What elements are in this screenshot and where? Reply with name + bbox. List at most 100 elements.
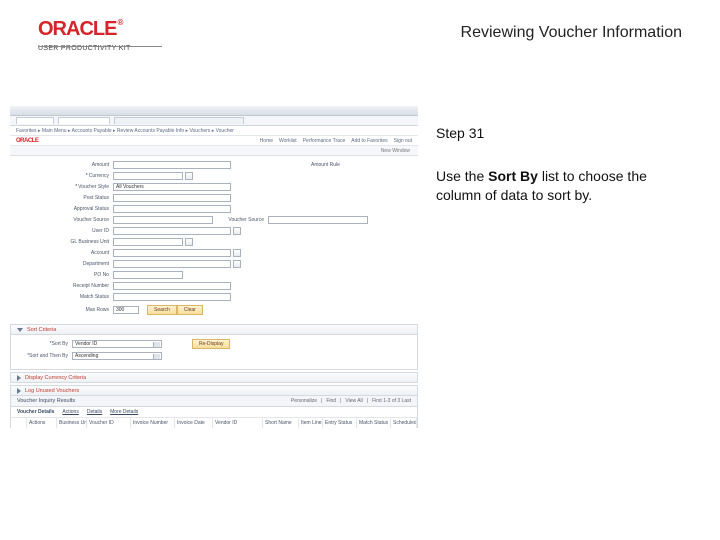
field-label: Receipt Number [18,283,113,289]
browser-tabbar [10,116,418,126]
tab-details[interactable]: Details [87,409,102,415]
instruction-column: Step 31 Use the Sort By list to choose t… [436,124,684,205]
lookup-icon[interactable] [233,249,241,257]
lookup-icon[interactable] [185,238,193,246]
app-screenshot: Favorites ▸ Main Menu ▸ Accounts Payable… [10,106,418,428]
field-label: Amount [18,162,113,168]
field-label: PO No [18,272,113,278]
link-perf-trace[interactable]: Performance Trace [303,138,346,144]
col-voucher-id[interactable]: Voucher ID [87,418,131,428]
step-label: Step 31 [436,124,684,143]
lookup-icon[interactable] [233,260,241,268]
col-match-status[interactable]: Match Status [357,418,391,428]
field-label: GL Business Unit [18,239,113,245]
link-signout[interactable]: Sign out [394,138,412,144]
col-invoice-date[interactable]: Invoice Date [175,418,213,428]
display-currency-title: Display Currency Criteria [25,375,86,381]
col-short-name[interactable]: Short Name [263,418,299,428]
field-label: Voucher Source [213,217,268,223]
field-label: User ID [18,228,113,234]
page-title: Reviewing Voucher Information [461,24,682,42]
field-label: Department [18,261,113,267]
clear-button[interactable]: Clear [177,305,203,315]
page: ORACLE® USER PRODUCTIVITY KIT Reviewing … [0,0,720,540]
gl-bu-input[interactable] [113,238,183,246]
display-currency-bar[interactable]: Display Currency Criteria [10,372,418,383]
window-toolbar [10,106,418,116]
sort-then-select[interactable]: Ascending [72,352,162,360]
voucher-source-2[interactable] [268,216,368,224]
oracle-logo: ORACLE® [38,18,131,41]
lookup-icon[interactable] [185,172,193,180]
post-status-select[interactable] [113,194,231,202]
field-label: Account [18,250,113,256]
col-vendor-id[interactable]: Vendor ID [213,418,263,428]
col-scheduled[interactable]: Scheduled to Pay [391,418,417,428]
po-no-input[interactable] [113,271,183,279]
oracle-subtitle: USER PRODUCTIVITY KIT [38,43,131,52]
voucher-source-1[interactable] [113,216,213,224]
app-top-links: Home Worklist Performance Trace Add to F… [260,138,412,144]
browser-tab[interactable] [58,117,110,124]
breadcrumb[interactable]: Favorites ▸ Main Menu ▸ Accounts Payable… [10,126,418,136]
match-status-select[interactable] [113,293,231,301]
sort-criteria-panel: Sort By Vendor ID Re-Display Sort and Th… [10,335,418,370]
instruction-bold: Sort By [488,168,538,184]
breadcrumb-bar: Favorites ▸ Main Menu ▸ Accounts Payable… [10,126,418,136]
sort-then-label: Sort and Then By [17,353,72,359]
account-input[interactable] [113,249,231,257]
col-actions[interactable]: Actions [27,418,57,428]
col-select [11,418,27,428]
app-subbar: New Window [10,146,418,156]
currency-input[interactable] [113,172,183,180]
browser-tab[interactable] [16,117,54,124]
department-input[interactable] [113,260,231,268]
chevron-right-icon [17,388,21,394]
inquiry-title: Voucher Inquiry Results [17,398,75,404]
pager-find[interactable]: Find [326,398,336,404]
pager-viewall[interactable]: View All [345,398,362,404]
app-oracle-logo: ORACLE [16,138,38,144]
col-entry-status[interactable]: Entry Status [323,418,357,428]
new-window-link[interactable]: New Window [381,148,410,154]
col-item-lines[interactable]: Item Lines [299,418,323,428]
col-bu[interactable]: Business Unit [57,418,87,428]
field-label: Voucher Style [18,184,113,190]
voucher-style-select[interactable]: All Vouchers [113,183,231,191]
inquiry-tools: Voucher Details Actions Details More Det… [11,407,417,418]
tab-actions[interactable]: Actions [62,409,78,415]
search-button[interactable]: Search [147,305,177,315]
approval-status-select[interactable] [113,205,231,213]
receipt-no-input[interactable] [113,282,231,290]
sort-criteria-title: Sort Criteria [27,327,56,333]
inquiry-header: Voucher Inquiry Results Personalize| Fin… [11,396,417,407]
instruction-text: Use the Sort By list to choose the colum… [436,167,684,205]
pager-personalize[interactable]: Personalize [291,398,317,404]
link-home[interactable]: Home [260,138,273,144]
oracle-wordmark: ORACLE [38,18,116,40]
link-favorites[interactable]: Add to Favorites [351,138,387,144]
oracle-logo-block: ORACLE® USER PRODUCTIVITY KIT [38,18,131,52]
tab-more-details[interactable]: More Details [110,409,138,415]
inquiry-columns: Actions Business Unit Voucher ID Invoice… [11,418,417,428]
log-unused-bar[interactable]: Log Unused Vouchers [10,385,418,396]
sort-criteria-bar[interactable]: Sort Criteria [10,324,418,335]
sort-by-select[interactable]: Vendor ID [72,340,162,348]
browser-tab-active[interactable] [114,117,244,124]
tab-voucher-details[interactable]: Voucher Details [17,409,54,415]
registered-mark: ® [117,18,122,27]
link-worklist[interactable]: Worklist [279,138,297,144]
log-unused-title: Log Unused Vouchers [25,388,79,394]
pager-range: First 1-3 of 3 Last [372,398,411,404]
chevron-down-icon [17,328,23,332]
app-header: ORACLE Home Worklist Performance Trace A… [10,136,418,146]
lookup-icon[interactable] [233,227,241,235]
field-label: Match Status [18,294,113,300]
field-label: Approval Status [18,206,113,212]
amount-input[interactable] [113,161,231,169]
max-rows-input[interactable]: 300 [113,306,139,314]
user-id-input[interactable] [113,227,231,235]
col-invoice-no[interactable]: Invoice Number [131,418,175,428]
slide-header: ORACLE® USER PRODUCTIVITY KIT Reviewing … [38,18,682,58]
redisplay-button[interactable]: Re-Display [192,339,230,349]
